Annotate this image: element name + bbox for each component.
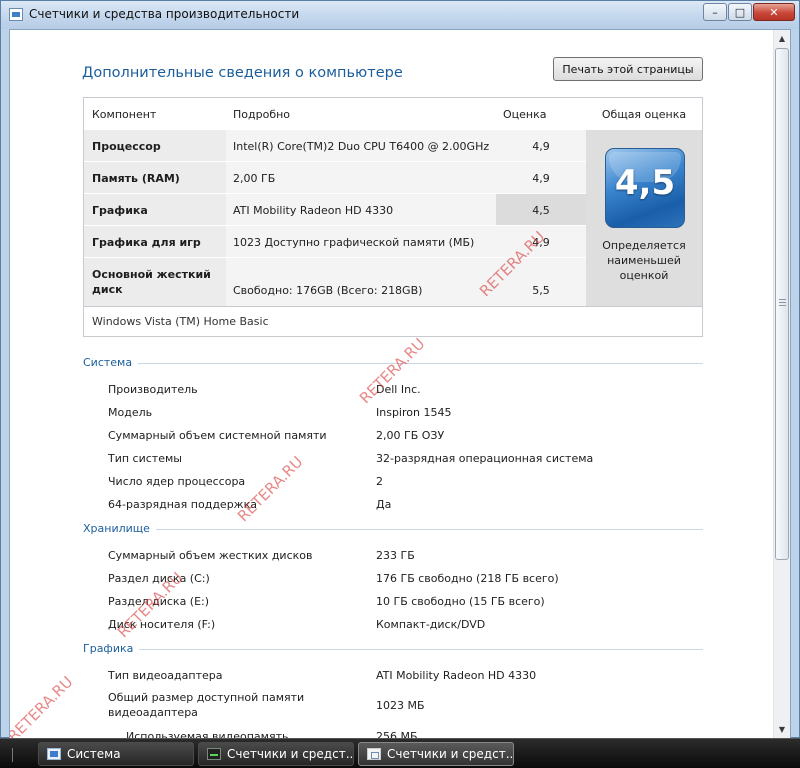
info-row: Общий размер доступной памяти видеоадапт… (108, 690, 708, 722)
info-value: 1023 МБ (376, 699, 425, 712)
taskbar: Система Счетчики и средст... Счетчики и … (0, 738, 800, 768)
component-detail: Свободно: 176GB (Всего: 218GB) (226, 258, 496, 306)
component-score: 4,9 (496, 130, 586, 162)
overall-score-panel: 4,5 Определяется наименьшей оценкой (586, 130, 702, 306)
header-detail: Подробно (226, 98, 496, 130)
info-key: Производитель (108, 383, 198, 396)
section-divider (83, 363, 703, 364)
title-bar[interactable]: Счетчики и средства производительности –… (1, 1, 799, 29)
section-divider (83, 529, 703, 530)
info-value: Inspiron 1545 (376, 406, 452, 419)
info-value: 10 ГБ свободно (15 ГБ всего) (376, 595, 545, 608)
section-divider (83, 649, 703, 650)
info-key: Тип видеоадаптера (108, 669, 223, 682)
component-name: Графика (84, 194, 226, 226)
scrollbar-thumb[interactable] (775, 48, 789, 560)
content-area: Дополнительные сведения о компьютере Печ… (9, 29, 791, 739)
section-title: Хранилище (83, 522, 156, 535)
taskbar-item-performance-active[interactable]: Счетчики и средст... (358, 742, 514, 766)
component-name: Графика для игр (84, 226, 226, 258)
component-detail: 1023 Доступно графической памяти (МБ) (226, 226, 496, 258)
component-score: 5,5 (496, 258, 586, 306)
taskbar-item-label: Счетчики и средст... (387, 747, 514, 761)
maximize-button[interactable]: □ (728, 3, 752, 21)
taskbar-item-system[interactable]: Система (38, 742, 194, 766)
info-key: Раздел диска (E:) (108, 595, 210, 608)
info-value: 176 ГБ свободно (218 ГБ всего) (376, 572, 559, 585)
section-storage: Хранилище (83, 522, 703, 538)
info-value: Dell Inc. (376, 383, 421, 396)
info-key: Суммарный объем системной памяти (108, 429, 327, 442)
taskbar-item-performance[interactable]: Счетчики и средст... (198, 742, 354, 766)
vertical-scrollbar[interactable]: ▲ ▼ (773, 30, 790, 738)
component-score: 4,9 (496, 226, 586, 258)
page-title: Дополнительные сведения о компьютере (82, 65, 403, 81)
scroll-up-arrow-icon[interactable]: ▲ (774, 30, 790, 47)
info-key: Суммарный объем жестких дисков (108, 549, 313, 562)
window-page-icon (367, 748, 381, 760)
info-value: 2 (376, 475, 383, 488)
component-detail: Intel(R) Core(TM)2 Duo CPU T6400 @ 2.00G… (226, 130, 496, 162)
header-score: Оценка (496, 98, 586, 130)
window-title: Счетчики и средства производительности (29, 7, 300, 21)
info-value: ATI Mobility Radeon HD 4330 (376, 669, 537, 682)
print-page-button[interactable]: Печать этой страницы (553, 57, 703, 81)
component-score-lowest: 4,5 (496, 194, 586, 226)
component-name: Память (RAM) (84, 162, 226, 194)
watermark-text: RETERA.RU (9, 672, 77, 739)
info-key: Модель (108, 406, 153, 419)
info-value: Да (376, 498, 392, 511)
taskbar-item-label: Система (67, 747, 121, 761)
scrollbar-grip-icon (779, 299, 786, 306)
info-key: Число ядер процессора (108, 475, 246, 488)
score-table: Компонент Подробно Оценка Общая оценка П… (83, 97, 703, 337)
info-key: Диск носителя (F:) (108, 618, 216, 631)
info-key: 64-разрядная поддержка (108, 498, 257, 511)
computer-icon (47, 748, 61, 760)
component-detail: 2,00 ГБ (226, 162, 496, 194)
os-edition: Windows Vista (TM) Home Basic (84, 306, 702, 336)
info-key: Общий размер доступной памяти видеоадапт… (108, 691, 305, 719)
component-detail: ATI Mobility Radeon HD 4330 (226, 194, 496, 226)
info-value: 32-разрядная операционная система (376, 452, 594, 465)
performance-monitor-icon (207, 748, 221, 760)
section-title: Система (83, 356, 139, 369)
score-table-header: Компонент Подробно Оценка Общая оценка (84, 98, 702, 130)
section-system: Система (83, 356, 703, 372)
info-value: Компакт-диск/DVD (376, 618, 486, 631)
section-title: Графика (83, 642, 140, 655)
component-name: Основной жесткий диск (84, 258, 226, 306)
header-component: Компонент (84, 98, 226, 130)
scroll-down-arrow-icon[interactable]: ▼ (774, 721, 790, 738)
overall-score-note: Определяется наименьшей оценкой (602, 239, 686, 282)
header-overall: Общая оценка (586, 98, 702, 130)
close-button[interactable]: ✕ (753, 3, 795, 21)
window-app-icon (9, 8, 23, 21)
component-score: 4,9 (496, 162, 586, 194)
info-value: 2,00 ГБ ОЗУ (376, 429, 445, 442)
overall-score-value: 4,5 (614, 163, 676, 203)
info-key: Тип системы (108, 452, 182, 465)
base-score-badge-icon: 4,5 (605, 148, 685, 228)
section-graphics: Графика (83, 642, 703, 658)
info-key: Раздел диска (C:) (108, 572, 210, 585)
taskbar-item-label: Счетчики и средст... (227, 747, 354, 761)
component-name: Процессор (84, 130, 226, 162)
info-value: 233 ГБ (376, 549, 415, 562)
taskbar-divider (0, 742, 32, 766)
minimize-button[interactable]: – (703, 3, 727, 21)
window-controls: – □ ✕ (702, 3, 795, 21)
performance-window: Счетчики и средства производительности –… (0, 0, 800, 739)
